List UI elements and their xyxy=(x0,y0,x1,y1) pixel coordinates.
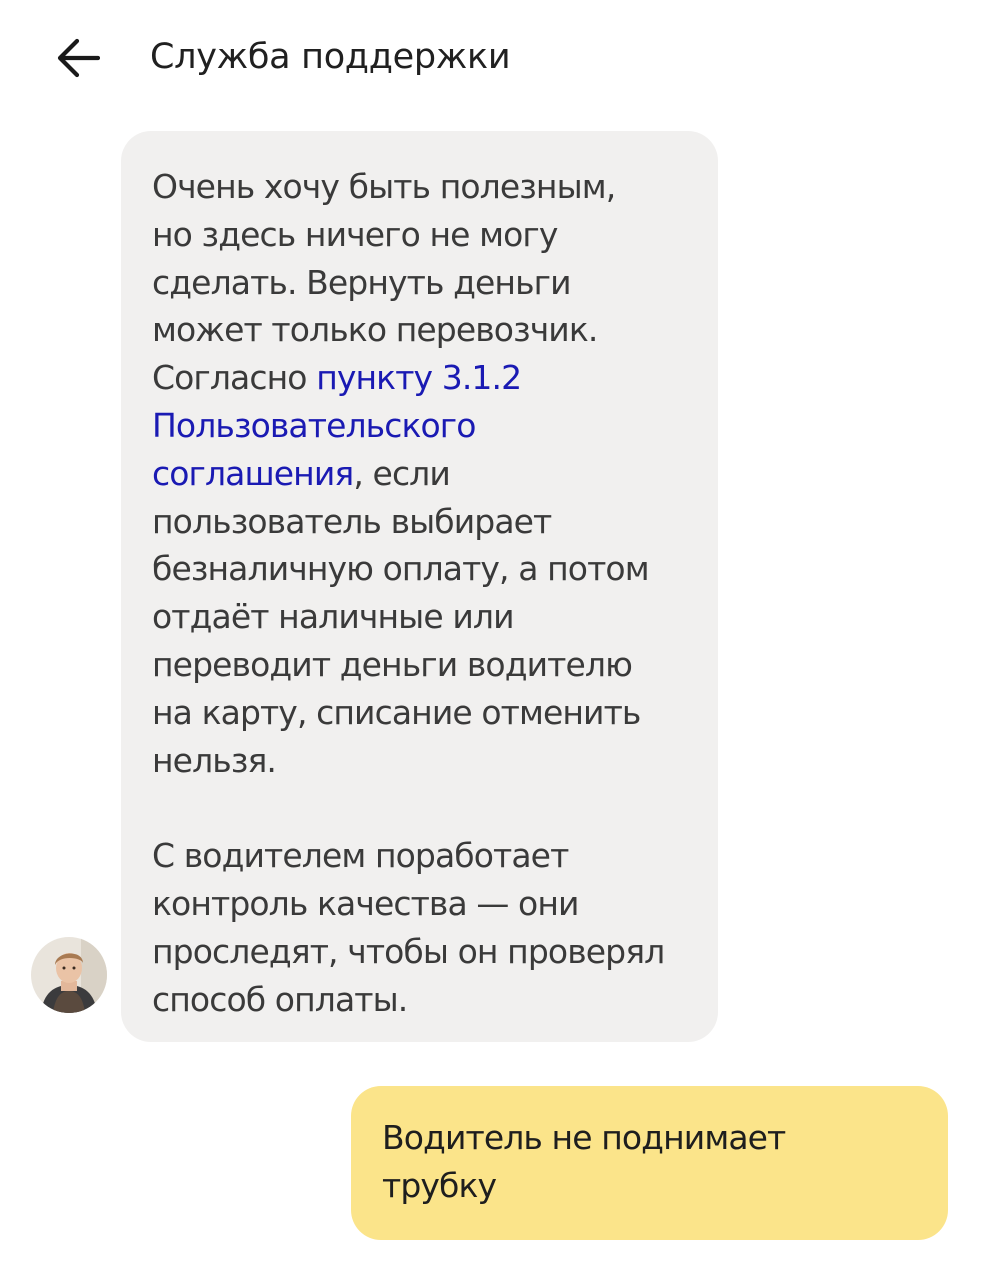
message-line: Очень хочу быть полезным, xyxy=(152,167,616,206)
message-line: контроль качества — они xyxy=(152,884,579,924)
chat-header: Служба поддержки xyxy=(0,0,987,115)
message-line: способ оплаты. xyxy=(152,979,408,1019)
person-avatar-icon xyxy=(31,937,107,1013)
back-button[interactable] xyxy=(50,30,106,86)
message-line: соглашения, если xyxy=(152,450,698,498)
message-line: отдаёт наличные или xyxy=(152,597,515,637)
message-line: трубку xyxy=(382,1166,497,1205)
message-line: пользователь выбирает xyxy=(152,501,552,541)
message-line: может только перевозчик. xyxy=(152,310,598,350)
message-line: но здесь ничего не могу xyxy=(152,214,558,254)
arrow-left-icon xyxy=(57,38,100,78)
message-line: С водителем поработает xyxy=(152,836,569,876)
message-text: Согласно xyxy=(152,358,317,398)
message-line: проследят, чтобы он проверял xyxy=(152,931,665,971)
user-message-bubble: Водитель не поднимает трубку xyxy=(351,1086,948,1240)
message-line: Водитель не поднимает xyxy=(382,1118,786,1157)
agreement-link[interactable]: Пользовательского xyxy=(152,406,476,445)
message-line: нельзя. xyxy=(152,740,277,780)
message-line: Пользовательского xyxy=(152,402,698,450)
avatar[interactable] xyxy=(31,937,107,1013)
page-title: Служба поддержки xyxy=(150,37,511,77)
message-line: на карту, списание отменить xyxy=(152,692,641,732)
support-message-bubble: Очень хочу быть полезным, но здесь ничег… xyxy=(121,131,718,1042)
message-line: Согласно пункту 3.1.2 xyxy=(152,354,698,402)
message-line: переводит деньги водителю xyxy=(152,644,633,684)
message-line: безналичную оплату, а потом xyxy=(152,549,650,589)
agreement-link[interactable]: соглашения xyxy=(152,454,354,493)
message-text: , если xyxy=(353,453,450,493)
agreement-link[interactable]: пункту 3.1.2 xyxy=(316,358,522,397)
message-line: сделать. Вернуть деньги xyxy=(152,262,572,302)
